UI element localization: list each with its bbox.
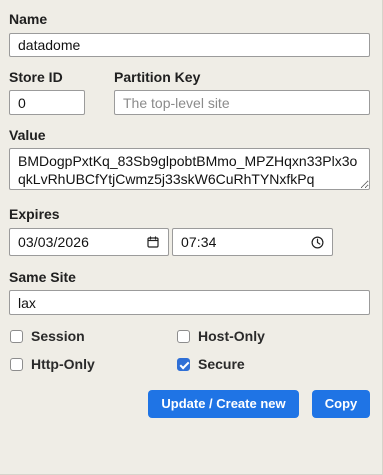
value-label: Value: [9, 127, 46, 143]
name-label: Name: [9, 11, 48, 27]
http-only-checkbox[interactable]: [10, 357, 23, 371]
expires-date-input[interactable]: 03/03/2026: [9, 228, 169, 256]
host-only-checkbox[interactable]: [177, 329, 190, 343]
http-only-checkbox-row[interactable]: Http-Only: [10, 356, 95, 372]
host-only-checkbox-row[interactable]: Host-Only: [177, 328, 265, 344]
expires-label: Expires: [9, 206, 60, 222]
session-checkbox[interactable]: [10, 329, 23, 343]
secure-label: Secure: [198, 356, 245, 372]
same-site-input[interactable]: [9, 290, 370, 315]
expires-time-value: 07:34: [181, 234, 217, 250]
update-create-button[interactable]: Update / Create new: [148, 390, 299, 418]
calendar-icon[interactable]: [145, 234, 161, 250]
secure-checkbox[interactable]: [177, 357, 190, 371]
copy-button[interactable]: Copy: [312, 390, 370, 418]
store-id-input[interactable]: [9, 90, 85, 115]
http-only-label: Http-Only: [31, 356, 95, 372]
host-only-label: Host-Only: [198, 328, 265, 344]
cookie-value-textarea[interactable]: BMDogpPxtKq_83Sb9glpobtBMmo_MPZHqxn33Plx…: [9, 148, 370, 190]
session-label: Session: [31, 328, 85, 344]
expires-time-input[interactable]: 07:34: [172, 228, 333, 256]
clock-icon[interactable]: [309, 234, 325, 250]
partition-key-input[interactable]: [114, 90, 370, 115]
secure-checkbox-row[interactable]: Secure: [177, 356, 245, 372]
partition-key-label: Partition Key: [114, 69, 201, 85]
name-input[interactable]: [9, 33, 370, 57]
cookie-editor-panel: Name Store ID Partition Key Value BMDogp…: [0, 0, 383, 475]
session-checkbox-row[interactable]: Session: [10, 328, 85, 344]
expires-date-value: 03/03/2026: [18, 234, 90, 250]
same-site-label: Same Site: [9, 269, 76, 285]
store-id-label: Store ID: [9, 69, 63, 85]
